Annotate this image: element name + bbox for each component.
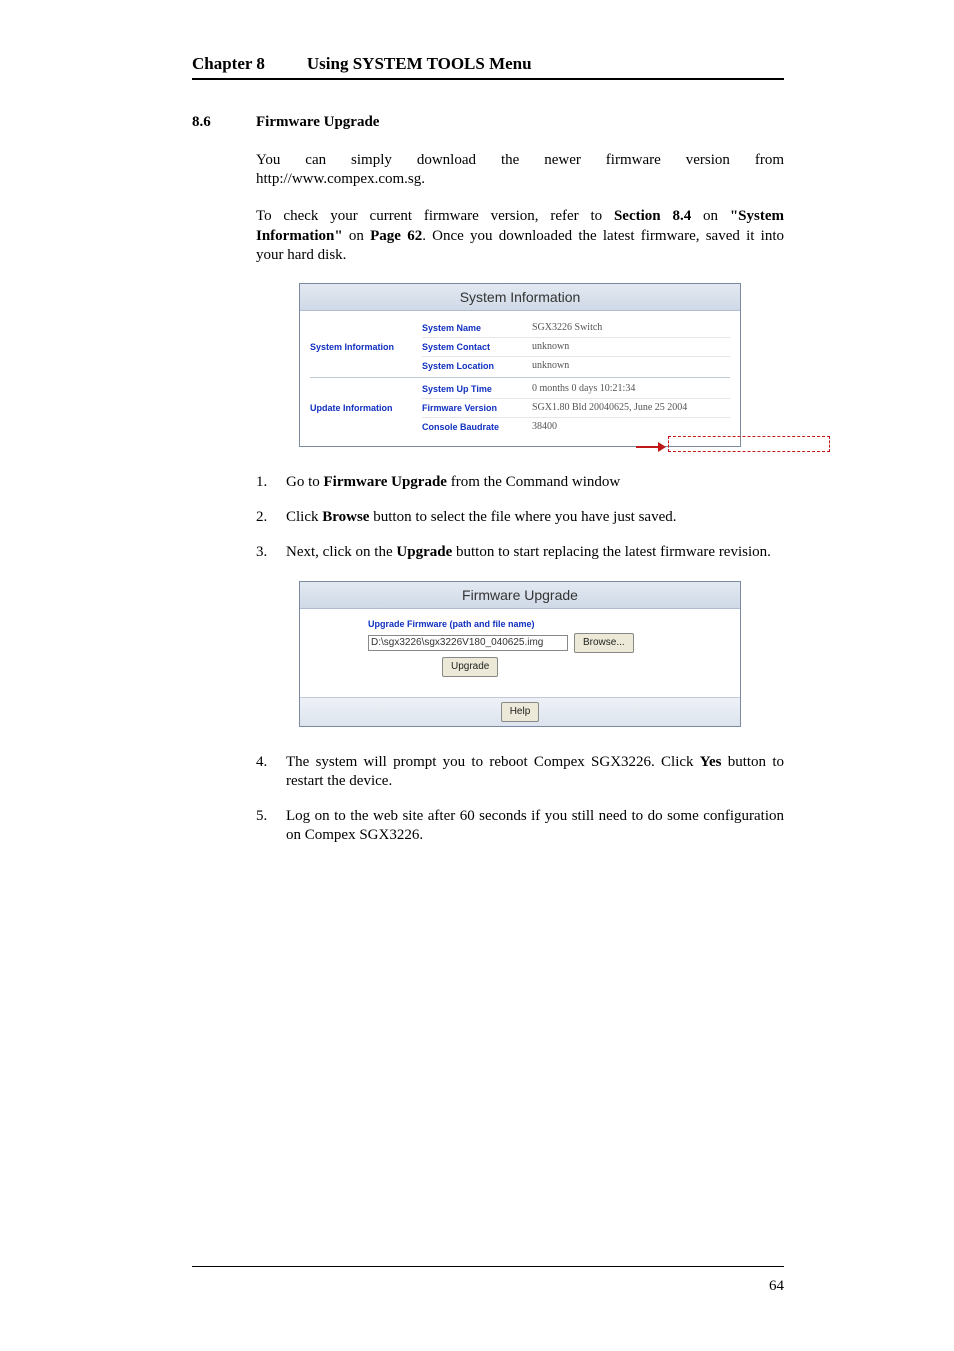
text: button to start replacing the latest fir… <box>452 544 771 560</box>
item-number: 4. <box>256 753 286 791</box>
firmware-panel: Firmware Upgrade Upgrade Firmware (path … <box>299 581 741 727</box>
paragraph: You can simply download the newer firmwa… <box>256 151 784 189</box>
item-number: 2. <box>256 508 286 527</box>
list-item: 2. Click Browse button to select the fil… <box>256 508 784 527</box>
bold-text: Browse <box>322 509 369 525</box>
text: on <box>343 228 370 244</box>
list-item: 4. The system will prompt you to reboot … <box>256 753 784 791</box>
info-value: SGX1.80 Bld 20040625, June 25 2004 <box>532 402 730 413</box>
chapter-header: Chapter 8 Using SYSTEM TOOLS Menu <box>192 54 784 80</box>
section-number: 8.6 <box>192 114 256 131</box>
panel-body: System Information System NameSGX3226 Sw… <box>300 311 740 446</box>
upgrade-row: Upgrade <box>368 657 724 677</box>
list-item: 5. Log on to the web site after 60 secon… <box>256 807 784 845</box>
file-path-input[interactable]: D:\sgx3226\sgx3226V180_040625.img <box>368 635 568 651</box>
page-number: 64 <box>769 1278 784 1295</box>
file-row: D:\sgx3226\sgx3226V180_040625.img Browse… <box>368 633 724 653</box>
panel-title: Firmware Upgrade <box>300 582 740 609</box>
info-key: System Location <box>422 361 532 371</box>
item-text: Log on to the web site after 60 seconds … <box>286 807 784 845</box>
info-key: System Contact <box>422 342 532 352</box>
panel-title: System Information <box>300 284 740 311</box>
text: To check your current firmware version, … <box>256 208 614 224</box>
ref-page: Page 62 <box>370 228 422 244</box>
footer-rule <box>192 1266 784 1267</box>
info-key: System Name <box>422 323 532 333</box>
info-row: Firmware VersionSGX1.80 Bld 20040625, Ju… <box>422 398 730 417</box>
info-key: Console Baudrate <box>422 422 532 432</box>
bold-text: Yes <box>700 754 722 770</box>
text: The system will prompt you to reboot Com… <box>286 754 700 770</box>
figure-firmware-upgrade: Firmware Upgrade Upgrade Firmware (path … <box>256 581 784 727</box>
info-value: unknown <box>532 360 730 371</box>
section-heading: 8.6 Firmware Upgrade <box>192 114 784 131</box>
divider <box>310 377 730 378</box>
page: Chapter 8 Using SYSTEM TOOLS Menu 8.6 Fi… <box>0 0 954 1351</box>
text: Next, click on the <box>286 544 396 560</box>
help-strip: Help <box>300 697 740 726</box>
chapter-title: Using SYSTEM TOOLS Menu <box>307 54 532 73</box>
text: from the Command window <box>447 474 620 490</box>
sysinfo-section: System Information System NameSGX3226 Sw… <box>310 319 730 375</box>
chapter-label: Chapter 8 <box>192 54 265 73</box>
sysinfo-panel: System Information System Information Sy… <box>299 283 741 447</box>
arrow-icon <box>636 441 666 453</box>
info-row: System Locationunknown <box>422 356 730 375</box>
info-row: System Contactunknown <box>422 337 730 356</box>
text: Click <box>286 509 322 525</box>
info-row: Console Baudrate38400 <box>422 417 730 436</box>
browse-button[interactable]: Browse... <box>574 633 634 653</box>
ref-section: Section 8.4 <box>614 208 691 224</box>
body: You can simply download the newer firmwa… <box>256 151 784 845</box>
section-label: Update Information <box>310 380 422 436</box>
bold-text: Upgrade <box>396 544 452 560</box>
item-number: 3. <box>256 543 286 562</box>
text: button to select the file where you have… <box>369 509 676 525</box>
item-text: Go to Firmware Upgrade from the Command … <box>286 473 784 492</box>
bold-text: Firmware Upgrade <box>324 474 447 490</box>
field-label: Upgrade Firmware (path and file name) <box>368 619 724 629</box>
item-number: 5. <box>256 807 286 845</box>
help-button[interactable]: Help <box>501 702 540 722</box>
figure-system-information: System Information System Information Sy… <box>256 283 784 447</box>
ordered-list: 4. The system will prompt you to reboot … <box>256 753 784 846</box>
info-row: System Up Time0 months 0 days 10:21:34 <box>422 380 730 398</box>
section-rows: System Up Time0 months 0 days 10:21:34 F… <box>422 380 730 436</box>
item-text: The system will prompt you to reboot Com… <box>286 753 784 791</box>
section-rows: System NameSGX3226 Switch System Contact… <box>422 319 730 375</box>
ordered-list: 1. Go to Firmware Upgrade from the Comma… <box>256 473 784 563</box>
panel-body: Upgrade Firmware (path and file name) D:… <box>300 609 740 687</box>
info-key: System Up Time <box>422 384 532 394</box>
info-value: 38400 <box>532 421 730 432</box>
item-text: Next, click on the Upgrade button to sta… <box>286 543 784 562</box>
item-number: 1. <box>256 473 286 492</box>
upgrade-button[interactable]: Upgrade <box>442 657 498 677</box>
text: Go to <box>286 474 324 490</box>
section-title: Firmware Upgrade <box>256 114 379 131</box>
info-key: Firmware Version <box>422 403 532 413</box>
info-value: 0 months 0 days 10:21:34 <box>532 383 730 394</box>
sysinfo-section: Update Information System Up Time0 month… <box>310 380 730 436</box>
info-value: SGX3226 Switch <box>532 322 730 333</box>
info-value: unknown <box>532 341 730 352</box>
info-row: System NameSGX3226 Switch <box>422 319 730 337</box>
item-text: Click Browse button to select the file w… <box>286 508 784 527</box>
section-label: System Information <box>310 319 422 375</box>
text: on <box>691 208 730 224</box>
list-item: 3. Next, click on the Upgrade button to … <box>256 543 784 562</box>
highlight-box <box>668 436 830 452</box>
paragraph: To check your current firmware version, … <box>256 207 784 265</box>
list-item: 1. Go to Firmware Upgrade from the Comma… <box>256 473 784 492</box>
